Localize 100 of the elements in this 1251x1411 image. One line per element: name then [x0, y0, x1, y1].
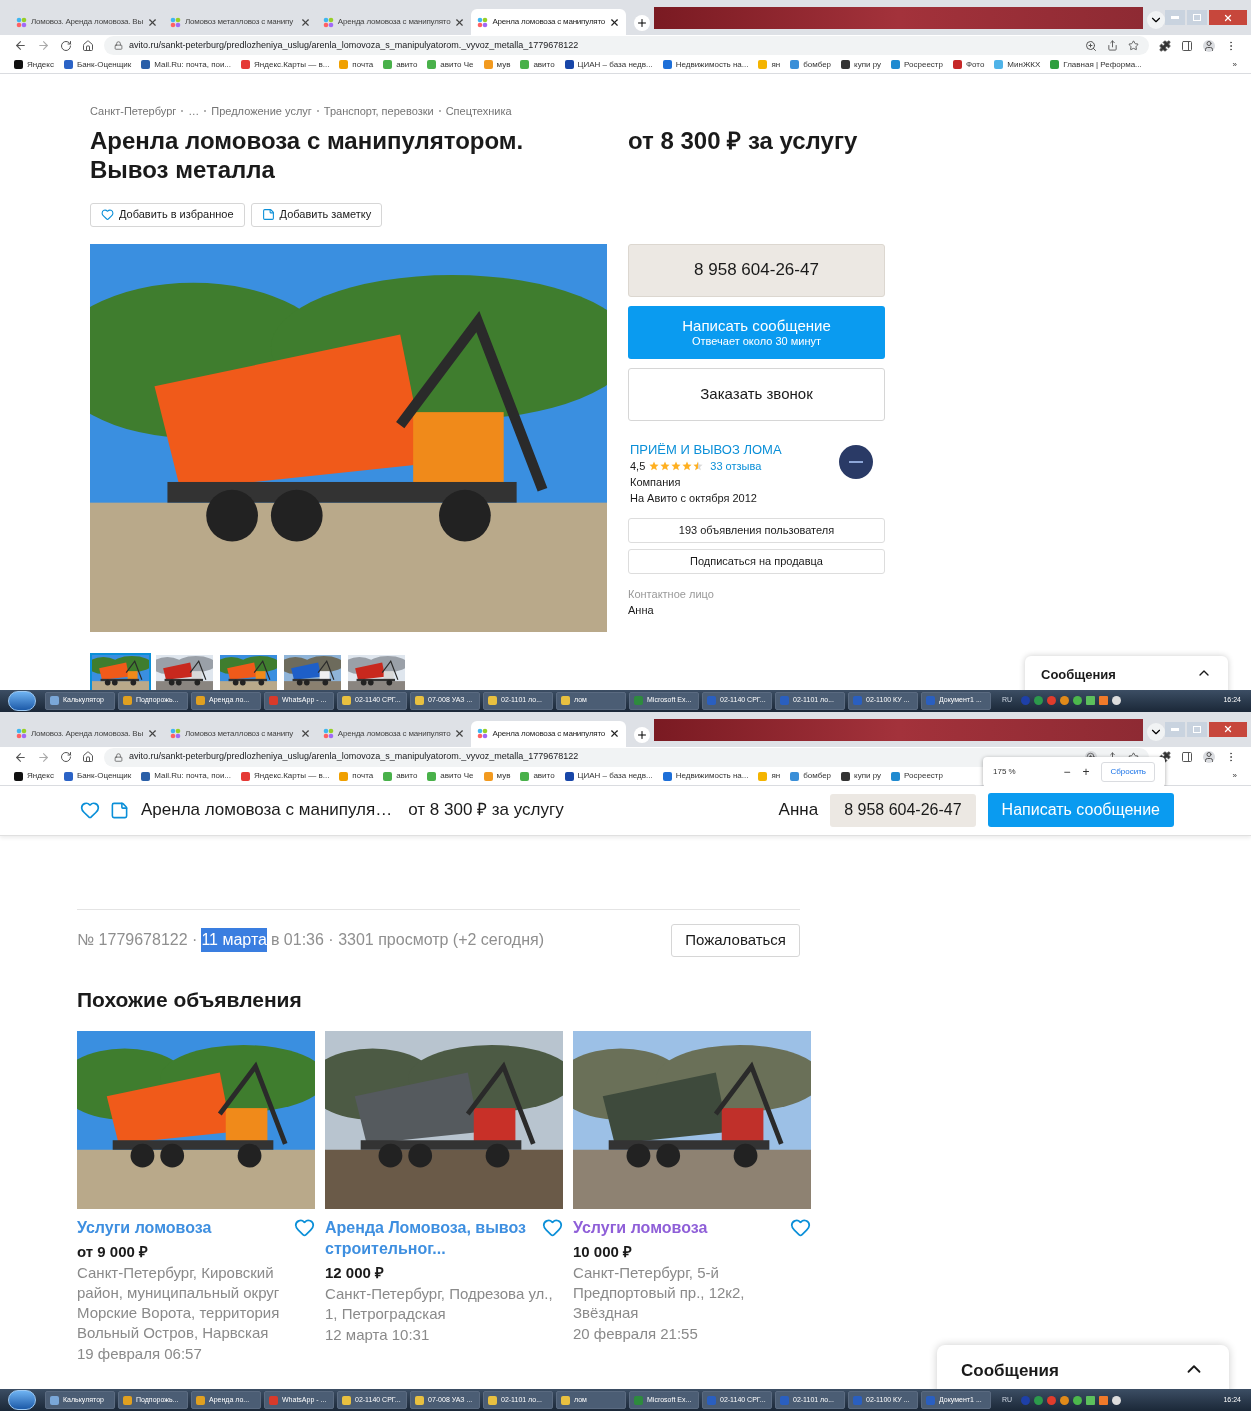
report-button[interactable]: Пожаловаться [671, 923, 800, 957]
heart-icon[interactable] [80, 800, 100, 820]
close-icon[interactable] [609, 728, 621, 739]
heart-icon[interactable] [294, 1217, 315, 1238]
back-icon[interactable] [14, 39, 27, 52]
close-icon[interactable] [609, 16, 621, 28]
bookmark[interactable]: Яндекс [14, 770, 54, 782]
breadcrumb-link[interactable]: Предложение услуг [211, 103, 312, 120]
bookmark[interactable]: Mail.Ru: почта, пои... [141, 58, 232, 71]
start-button[interactable] [8, 690, 36, 711]
bookmark[interactable]: купи ру [841, 770, 882, 782]
side-panel-icon[interactable] [1181, 39, 1193, 52]
seller-name-link[interactable]: ПРИЁМ И ВЫВОЗ ЛОМА [630, 441, 839, 457]
messages-bar[interactable]: Сообщения [1025, 655, 1228, 690]
bookmark[interactable]: авито Че [427, 770, 474, 782]
close-icon[interactable] [454, 728, 466, 739]
close-icon[interactable] [147, 728, 158, 739]
reset-zoom-button[interactable]: Сбросить [1101, 761, 1155, 782]
phone-button[interactable]: 8 958 604-26-47 [830, 793, 976, 827]
reload-icon[interactable] [60, 39, 72, 52]
seller-avatar[interactable] [839, 444, 873, 479]
note-icon[interactable] [110, 800, 129, 820]
reload-icon[interactable] [60, 751, 72, 763]
side-panel-icon[interactable] [1181, 751, 1193, 763]
bookmark[interactable]: авито [520, 58, 555, 71]
bookmark[interactable]: ЦИАН – база недв... [564, 770, 653, 782]
bookmark[interactable]: бомбер [790, 770, 832, 782]
bookmark[interactable]: Росреестр [891, 58, 943, 71]
close-icon[interactable] [299, 16, 311, 28]
tab-search-icon[interactable] [1147, 11, 1165, 29]
bookmark[interactable]: мув [483, 58, 511, 71]
bookmark[interactable]: Банк-Оценщик [63, 58, 132, 71]
close-icon[interactable] [147, 16, 158, 28]
reviews-link[interactable]: 33 отзыва [710, 458, 762, 473]
bookmark[interactable]: Яндекс [14, 58, 54, 71]
bookmark[interactable]: мув [483, 770, 511, 782]
bookmark[interactable]: бомбер [790, 58, 832, 71]
bookmark[interactable]: почта [339, 770, 374, 782]
back-icon[interactable] [14, 750, 27, 764]
subscribe-button[interactable]: Подписаться на продавца [628, 548, 885, 574]
breadcrumb-link[interactable]: Транспорт, перевозки [323, 103, 434, 120]
home-icon[interactable] [82, 39, 94, 52]
breadcrumb-link[interactable]: Санкт-Петербург [90, 103, 177, 120]
bookmark[interactable]: Яндекс.Карты — в... [241, 770, 330, 782]
bookmark[interactable]: авито [383, 58, 418, 71]
bookmark[interactable]: Яндекс.Карты — в... [241, 58, 330, 71]
extensions-icon[interactable] [1159, 39, 1171, 52]
browser-tab[interactable]: Аренла ломовоза с манипулято [471, 720, 627, 747]
request-call-button[interactable]: Заказать звонок [628, 367, 885, 421]
thumbnail[interactable] [282, 652, 343, 690]
bookmark[interactable]: Главная | Реформа... [1050, 58, 1142, 71]
bookmark[interactable]: Росреестр [891, 770, 943, 782]
thumbnail[interactable] [218, 652, 279, 690]
tab-search-icon[interactable] [1147, 722, 1165, 741]
new-tab-icon[interactable] [634, 726, 651, 743]
thumbnail[interactable] [346, 652, 407, 690]
bookmark[interactable]: купи ру [841, 58, 882, 71]
phone-button[interactable]: 8 958 604-26-47 [628, 243, 885, 297]
add-note-button[interactable]: Добавить заметку [250, 202, 383, 227]
thumbnail[interactable] [90, 652, 151, 690]
breadcrumb-link[interactable]: Спецтехника [445, 103, 512, 120]
bookmark[interactable]: Фото [952, 58, 985, 71]
bookmark[interactable]: авито [520, 770, 555, 782]
heart-icon[interactable] [790, 1217, 811, 1238]
home-icon[interactable] [82, 751, 94, 763]
heart-icon[interactable] [542, 1217, 563, 1238]
start-button[interactable] [8, 1390, 36, 1410]
browser-tab[interactable]: Аренла ломовоза с манипулято [471, 9, 627, 35]
seller-listings-button[interactable]: 193 объявления пользователя [628, 517, 885, 543]
more-bookmarks[interactable]: » [1232, 770, 1237, 782]
address-bar[interactable]: avito.ru/sankt-peterburg/predlozheniya_uslug/arenla_lomovoza_s_manipulyatorom._vyvoz_metalla_1779678122 [104, 36, 1149, 55]
zoom-icon[interactable] [1085, 39, 1097, 52]
close-icon[interactable] [454, 16, 466, 28]
new-tab-icon[interactable] [634, 15, 651, 31]
profile-icon[interactable] [1203, 751, 1215, 763]
bookmark[interactable]: авито Че [427, 58, 474, 71]
bookmark[interactable]: МинЖКХ [994, 58, 1041, 71]
bookmark[interactable]: ЦИАН – база недв... [564, 58, 653, 71]
bookmark[interactable]: Mail.Ru: почта, пои... [141, 770, 232, 782]
listing-address: Санкт-Петербург, 5-й Предпортовый пр., 12к2, Звёздная [573, 1263, 746, 1323]
bookmark[interactable]: ян [758, 58, 781, 71]
listing-title-link[interactable]: Услуги ломовоза [573, 1217, 790, 1238]
close-window-icon[interactable] [1209, 721, 1247, 737]
bookmark[interactable]: ян [758, 770, 781, 782]
close-icon[interactable] [299, 728, 311, 739]
messages-bar[interactable]: Сообщения [937, 1345, 1229, 1389]
bookmark[interactable]: Недвижимость на... [662, 770, 749, 782]
bookmark[interactable]: авито [383, 770, 418, 782]
add-to-favorites-button[interactable]: Добавить в избранное [90, 202, 245, 227]
more-bookmarks[interactable]: » [1232, 58, 1237, 71]
bookmark[interactable]: Банк-Оценщик [63, 770, 132, 782]
profile-icon[interactable] [1203, 39, 1215, 52]
bookmark-star-icon[interactable] [1128, 40, 1139, 51]
share-icon[interactable] [1107, 40, 1118, 51]
bookmark[interactable]: Недвижимость на... [662, 58, 749, 71]
breadcrumb-link[interactable]: … [188, 103, 200, 120]
address-bar[interactable]: avito.ru/sankt-peterburg/predlozheniya_uslug/arenla_lomovoza_s_manipulyatorom._vyvoz_metalla_1779678122 [104, 747, 1149, 767]
close-window-icon[interactable] [1209, 10, 1247, 25]
thumbnail[interactable] [154, 652, 215, 690]
bookmark[interactable]: почта [339, 58, 374, 71]
